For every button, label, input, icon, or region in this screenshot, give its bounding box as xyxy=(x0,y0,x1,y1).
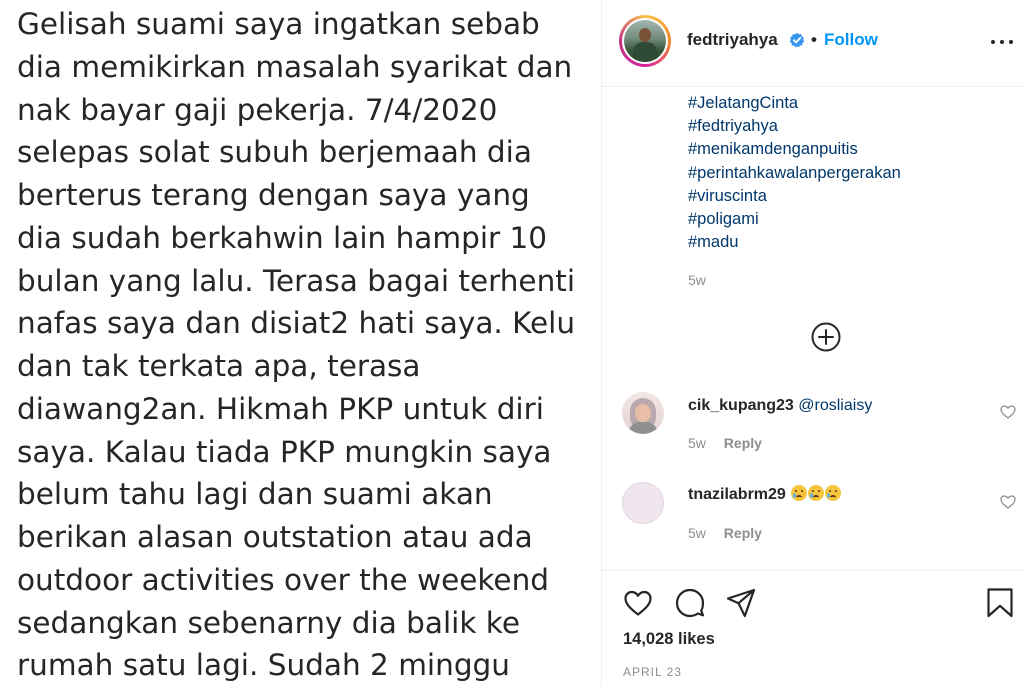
post-actions: 14,028 likes APRIL 23 xyxy=(602,570,1024,687)
post-image: Gelisah suami saya ingatkan sebab dia me… xyxy=(0,0,601,686)
post-text-line: berikan alasan outstation atau ada xyxy=(17,520,533,554)
likes-count[interactable]: 14,028 likes xyxy=(623,630,715,649)
verified-badge-icon xyxy=(789,32,805,48)
hashtag-link[interactable]: #poligami xyxy=(688,208,901,231)
comment-timestamp[interactable]: 5w xyxy=(688,435,706,451)
hashtag-link[interactable]: #JelatangCinta xyxy=(688,92,901,115)
crying-face-emoji xyxy=(791,485,808,501)
share-icon[interactable] xyxy=(725,587,757,619)
crying-face-emoji xyxy=(825,485,842,501)
comment-mention[interactable]: @rosliaisy xyxy=(798,397,872,414)
crying-face-emoji xyxy=(808,485,825,501)
hashtag-link[interactable]: #menikamdenganpuitis xyxy=(688,138,901,161)
commenter-avatar[interactable] xyxy=(622,392,664,434)
post-text-line: dia sudah berkahwin lain hampir 10 xyxy=(17,220,548,255)
reply-button[interactable]: Reply xyxy=(724,525,762,541)
caption-hashtags: #JelatangCinta #fedtriyahya #menikamdeng… xyxy=(688,92,901,254)
post-image-text: Gelisah suami saya ingatkan sebab dia me… xyxy=(17,3,597,686)
hashtag-link[interactable]: #viruscinta xyxy=(688,185,901,208)
hashtag-link[interactable]: #fedtriyahya xyxy=(688,115,901,138)
comment-like-icon[interactable] xyxy=(1000,404,1016,420)
post-side-panel: fedtriyahya • Follow #JelatangCinta #fed… xyxy=(602,0,1024,686)
comment-like-icon[interactable] xyxy=(1000,494,1016,510)
header-separator: • xyxy=(811,30,817,49)
comment-username[interactable]: tnazilabrm29 xyxy=(688,486,786,503)
post-text-line: dia memikirkan masalah syarikat dan xyxy=(17,49,573,84)
bookmark-icon[interactable] xyxy=(984,587,1016,619)
comment-username[interactable]: cik_kupang23 xyxy=(688,397,794,414)
post-text-line: sedangkan sebenarny dia balik ke xyxy=(17,605,520,640)
post-text-line: selepas solat subuh berjemaah dia xyxy=(17,135,532,170)
comment-icon[interactable] xyxy=(674,587,706,619)
post-date[interactable]: APRIL 23 xyxy=(623,665,682,679)
post-text-line: nak bayar gaji pekerja. 7/4/2020 xyxy=(17,92,498,127)
author-username[interactable]: fedtriyahya xyxy=(687,30,778,50)
hashtag-link[interactable]: #madu xyxy=(688,231,901,254)
post-text-line: dan tak terkata apa, terasa xyxy=(17,349,421,383)
more-options-icon[interactable] xyxy=(990,31,1014,51)
post-header: fedtriyahya • Follow xyxy=(602,0,1024,87)
commenter-avatar[interactable] xyxy=(622,482,664,524)
post-text-line: nafas saya dan disiat2 hati saya. Kelu xyxy=(17,306,576,341)
heart-icon[interactable] xyxy=(622,587,654,619)
author-avatar-photo xyxy=(624,20,666,62)
comment-timestamp[interactable]: 5w xyxy=(688,525,706,541)
post-text-line: rumah satu lagi. Sudah 2 minggu xyxy=(17,648,510,683)
follow-button[interactable]: Follow xyxy=(824,30,878,50)
reply-button[interactable]: Reply xyxy=(724,435,762,451)
post-text-line: bulan yang lalu. Terasa bagai terhenti xyxy=(17,263,576,298)
post-text-line: saya. Kalau tiada PKP mungkin saya xyxy=(17,434,552,469)
post-text-line: belum tahu lagi dan suami akan xyxy=(17,477,493,512)
post-text-line: berterus terang dengan saya yang xyxy=(17,178,530,212)
hashtag-link[interactable]: #perintahkawalanpergerakan xyxy=(688,162,901,185)
post-text-line: outdoor activities over the weekend xyxy=(17,562,549,597)
post-text-line: diawang2an. Hikmah PKP untuk diri xyxy=(17,391,544,426)
author-avatar[interactable] xyxy=(619,15,671,67)
caption-timestamp[interactable]: 5w xyxy=(688,272,706,288)
comment-text xyxy=(790,485,842,503)
post-text-line: Gelisah suami saya ingatkan sebab xyxy=(17,7,540,41)
plus-circle-icon[interactable] xyxy=(810,321,842,353)
